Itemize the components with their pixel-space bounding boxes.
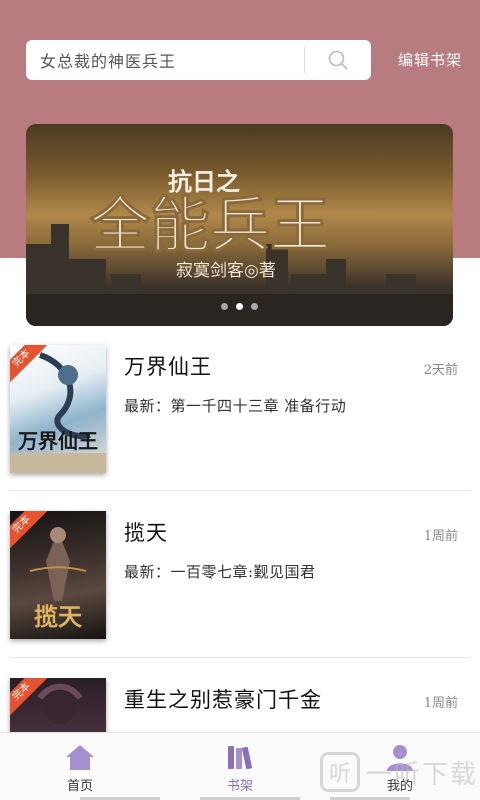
search-input[interactable]: 女总裁的神医兵王 xyxy=(26,48,304,72)
home-icon xyxy=(66,745,94,770)
divider xyxy=(10,657,470,658)
search-icon xyxy=(328,50,348,70)
book-title[interactable]: 揽天 xyxy=(124,517,168,547)
book-cover[interactable]: 万界仙王 完本 xyxy=(10,345,106,473)
watermark-logo: 听 xyxy=(320,752,360,792)
tab-home[interactable]: 首页 xyxy=(0,733,160,800)
book-cover[interactable]: 完本 xyxy=(10,678,106,732)
book-title[interactable]: 重生之别惹豪门千金 xyxy=(124,684,322,714)
carousel-dots xyxy=(26,303,453,310)
carousel-dot-active[interactable] xyxy=(236,303,243,310)
banner-carousel[interactable]: 抗日之 全能兵王 寂寞剑客◎著 xyxy=(26,124,453,326)
update-time: 2天前 xyxy=(423,363,458,378)
latest-chapter[interactable]: 最新：第一千四十三章 准备行动 xyxy=(124,395,346,416)
cover-title: 揽天 xyxy=(34,602,82,631)
search-button[interactable] xyxy=(305,40,371,80)
book-item[interactable]: 完本 重生之别惹豪门千金 1周前 xyxy=(0,678,480,732)
banner-author: 寂寞剑客◎著 xyxy=(176,261,276,281)
divider xyxy=(10,490,470,491)
watermark-text: 一听下载 xyxy=(366,759,479,790)
banner-artwork: 抗日之 全能兵王 寂寞剑客◎著 xyxy=(26,168,453,326)
tab-label: 书架 xyxy=(226,779,253,794)
book-item[interactable]: 万界仙王 完本 万界仙王 2天前 最新：第一千四十三章 准备行动 xyxy=(0,345,480,509)
search-bar[interactable]: 女总裁的神医兵王 xyxy=(26,40,371,80)
tab-bookshelf[interactable]: 书架 xyxy=(160,733,320,800)
cover-title: 万界仙王 xyxy=(18,429,98,453)
book-item[interactable]: 揽天 完本 揽天 1周前 最新：一百零七章:觐见国君 xyxy=(0,511,480,675)
latest-chapter[interactable]: 最新：一百零七章:觐见国君 xyxy=(124,561,316,582)
carousel-dot[interactable] xyxy=(251,303,258,310)
book-title[interactable]: 万界仙王 xyxy=(124,351,212,381)
bookshelf-icon xyxy=(228,746,253,770)
carousel-dot[interactable] xyxy=(221,303,228,310)
edit-shelf-button[interactable]: 编辑书架 xyxy=(398,49,462,70)
banner-title-big: 全能兵王 xyxy=(89,191,330,261)
watermark: 听 一听下载 xyxy=(320,752,478,792)
tab-label: 首页 xyxy=(66,779,93,794)
update-time: 1周前 xyxy=(423,529,458,544)
update-time: 1周前 xyxy=(423,696,458,711)
book-cover[interactable]: 揽天 完本 xyxy=(10,511,106,639)
